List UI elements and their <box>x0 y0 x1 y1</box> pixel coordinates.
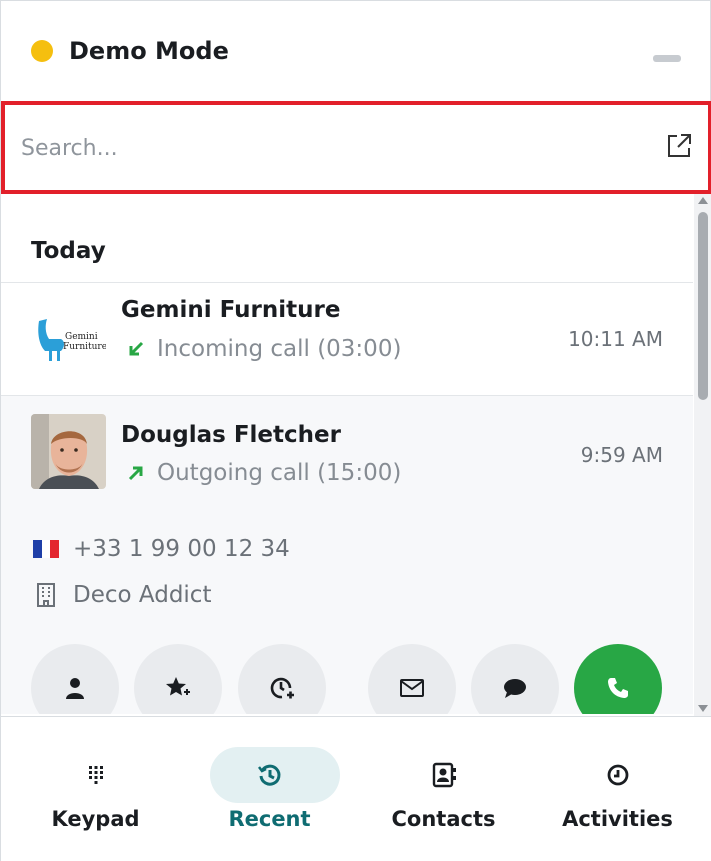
add-favorite-button[interactable] <box>134 644 222 714</box>
call-item-expanded[interactable]: Douglas Fletcher Outgoing call (15:00) 9… <box>1 395 693 714</box>
incoming-call-arrow-icon <box>129 341 144 356</box>
contact-icon <box>66 678 84 699</box>
tab-keypad[interactable]: Keypad <box>8 717 183 861</box>
recent-calls-list: Today Gemini Furniture Gemini Furniture <box>1 194 693 714</box>
open-external-icon[interactable] <box>665 132 693 160</box>
company-name: Deco Addict <box>73 582 212 608</box>
send-email-button[interactable] <box>368 644 456 714</box>
france-flag-icon <box>33 540 60 558</box>
list-scrollbar[interactable] <box>694 194 711 716</box>
tab-label: Keypad <box>51 807 140 831</box>
tab-label: Recent <box>228 807 311 831</box>
tab-recent[interactable]: Recent <box>182 717 357 861</box>
header: Demo Mode <box>1 1 711 101</box>
phone-icon <box>608 678 628 698</box>
scroll-up-arrow-icon[interactable] <box>698 197 708 204</box>
bottom-navigation: Keypad Recent Contacts Activities <box>1 716 711 861</box>
panel-title: Demo Mode <box>69 37 229 65</box>
scroll-thumb[interactable] <box>698 212 708 400</box>
tab-label: Contacts <box>391 807 496 831</box>
contact-name: Douglas Fletcher <box>121 422 341 448</box>
add-favorite-icon <box>166 677 190 696</box>
tab-activities[interactable]: Activities <box>530 717 705 861</box>
email-icon <box>400 679 424 697</box>
call-actions <box>31 644 671 714</box>
contact-phone[interactable]: +33 1 99 00 12 34 <box>33 536 290 562</box>
section-today-label: Today <box>31 238 106 264</box>
status-indicator <box>31 40 53 62</box>
contact-avatar <box>31 414 106 489</box>
schedule-activity-button[interactable] <box>238 644 326 714</box>
contacts-icon <box>432 762 456 788</box>
search-input[interactable] <box>21 129 641 167</box>
scroll-down-arrow-icon[interactable] <box>698 705 708 712</box>
call-button[interactable] <box>574 644 662 714</box>
view-contact-button[interactable] <box>31 644 119 714</box>
outgoing-call-arrow-icon <box>128 466 143 481</box>
call-time: 10:11 AM <box>568 327 663 351</box>
call-type: Outgoing call (15:00) <box>127 460 401 486</box>
minimize-button[interactable] <box>653 55 681 62</box>
phone-number: +33 1 99 00 12 34 <box>73 536 290 562</box>
schedule-activity-icon <box>270 677 294 699</box>
company-logo: Gemini Furniture <box>31 303 106 378</box>
history-icon <box>258 764 281 786</box>
keypad-icon <box>89 766 103 784</box>
softphone-panel: Demo Mode Today Gemini Furniture <box>0 0 711 861</box>
contact-company[interactable]: Deco Addict <box>33 582 211 608</box>
send-message-button[interactable] <box>471 644 559 714</box>
message-icon <box>504 679 526 698</box>
tab-contacts[interactable]: Contacts <box>356 717 531 861</box>
svg-text:Furniture: Furniture <box>63 342 106 352</box>
contact-name: Gemini Furniture <box>121 297 341 323</box>
call-item[interactable]: Gemini Furniture Gemini Furniture Incomi… <box>1 283 693 395</box>
building-icon <box>37 583 55 607</box>
call-type-text: Outgoing call (15:00) <box>157 460 402 486</box>
call-type-text: Incoming call (03:00) <box>157 336 402 362</box>
clock-icon <box>607 764 629 786</box>
svg-text:Gemini: Gemini <box>65 332 98 342</box>
call-type: Incoming call (03:00) <box>127 336 401 362</box>
search-bar <box>1 101 711 194</box>
call-time: 9:59 AM <box>580 443 663 467</box>
tab-label: Activities <box>562 807 673 831</box>
